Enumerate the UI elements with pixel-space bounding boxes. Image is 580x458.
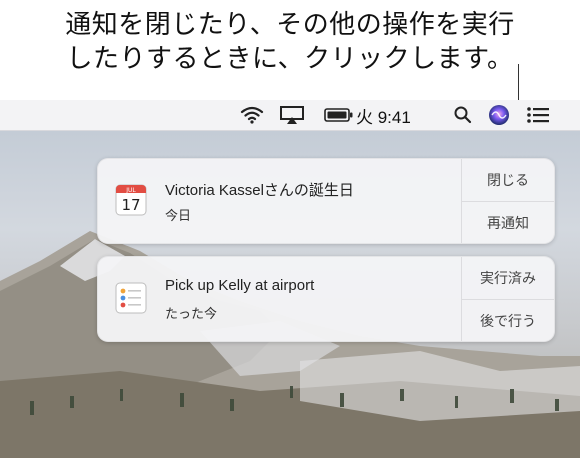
siri-icon[interactable]: [488, 100, 510, 130]
menu-bar: 火 9:41: [0, 100, 580, 131]
later-button[interactable]: 後で行う: [462, 299, 554, 342]
calendar-month-label: JUL: [125, 187, 136, 194]
close-button[interactable]: 閉じる: [462, 159, 554, 201]
reminders-icon: [114, 281, 148, 315]
airplay-icon[interactable]: [280, 100, 304, 130]
calendar-day-label: 17: [121, 196, 140, 214]
caption-line-2: したりするときに、クリックします。: [66, 44, 514, 74]
notification-subtitle: たった今: [165, 306, 218, 321]
battery-icon[interactable]: [324, 100, 354, 130]
notification-subtitle: 今日: [165, 208, 192, 223]
notification-card[interactable]: JUL 17 Victoria Kasselさんの誕生日 今日 閉じる 再通知: [97, 158, 555, 244]
notification-actions: 実行済み 後で行う: [461, 257, 554, 341]
notification-title: Pick up Kelly at airport: [165, 277, 315, 294]
search-icon[interactable]: [453, 100, 473, 130]
snooze-button[interactable]: 再通知: [462, 201, 554, 244]
notification-title: Victoria Kasselさんの誕生日: [165, 182, 354, 199]
caption-line-1: 通知を閉じたり、その他の操作を実行: [65, 10, 515, 40]
mark-completed-button[interactable]: 実行済み: [462, 257, 554, 299]
menu-bar-clock[interactable]: 火 9:41: [356, 100, 411, 130]
notification-card[interactable]: Pick up Kelly at airport たった今 実行済み 後で行う: [97, 256, 555, 342]
wifi-icon[interactable]: [240, 100, 264, 130]
instruction-caption: 通知を閉じたり、その他の操作を実行 したりするときに、クリックします。: [0, 8, 580, 76]
notification-actions: 閉じる 再通知: [461, 159, 554, 243]
notification-center-icon[interactable]: [526, 100, 550, 130]
calendar-icon: JUL 17: [114, 183, 148, 217]
